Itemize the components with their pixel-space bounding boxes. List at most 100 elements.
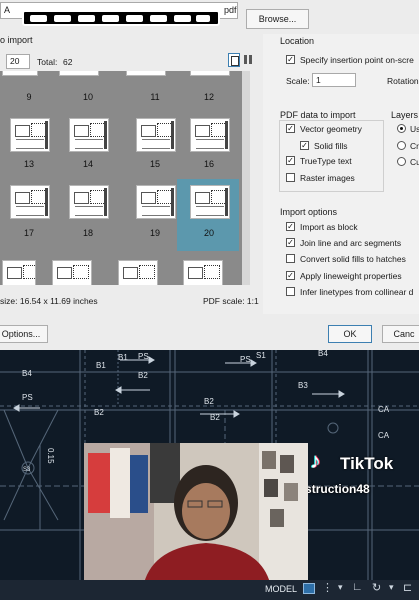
browse-button[interactable]: Browse... [246,9,309,29]
rotation-label: Rotation [387,76,419,86]
model-tab[interactable]: MODEL [265,584,297,594]
specify-insertion-label: Specify insertion point on-scre [300,55,414,65]
thumbnail-page-image [136,185,176,219]
drawing-label: B2 [138,371,148,380]
drawing-label: PS [240,355,251,364]
grid-icon[interactable] [303,583,315,594]
infer-linetypes-label: Infer linetypes from collinear d [300,287,414,297]
join-segments-label: Join line and arc segments [300,238,402,248]
thumbnail-page-partial [2,260,36,285]
truetype-text-checkbox[interactable]: ✓ [286,156,295,165]
tiktok-brand-text: TikTok [340,454,394,473]
apply-lineweight-checkbox[interactable]: ✓ [286,271,295,280]
thumbnail-page-image [190,185,230,219]
import-options-title: Import options [280,207,338,217]
raster-images-label: Raster images [300,173,355,183]
tiktok-logo-icon: ♪ [310,448,321,473]
specify-insertion-checkbox[interactable]: ✓ [286,55,295,64]
thumbnail-page-number: 16 [203,159,214,169]
raster-images-checkbox[interactable] [286,173,295,182]
redaction-bar [22,10,220,26]
thumbnail-page-number: 14 [82,159,93,169]
thumbnail-page-number: 9 [26,92,32,102]
drawing-label: B1 [118,353,128,362]
thumbnail-page-number: 15 [149,159,160,169]
thumbnail-page-image [69,118,109,152]
drawing-label: B4 [22,369,32,378]
osnap-icon[interactable]: ⊏ [403,581,412,594]
import-as-block-checkbox[interactable]: ✓ [286,222,295,231]
drawing-label: PS [138,352,149,361]
thumbnail-page-image [10,118,50,152]
layers-create-label: Cr [410,141,419,151]
thumbnail-page-partial [59,71,99,76]
convert-fills-label: Convert solid fills to hatches [300,254,406,264]
drawing-label: CA [378,405,390,414]
thumbnail-page-number: 10 [82,92,93,102]
dropdown-arrow-icon[interactable]: ▾ [389,582,394,593]
total-value: 62 [63,57,73,67]
ortho-icon[interactable]: ∟ [352,581,363,593]
thumbnail-page-image [136,118,176,152]
thumbnail-page-partial [52,260,92,285]
drawing-label: S3 [23,467,31,473]
thumbnail-cell[interactable]: 12 [180,85,238,153]
location-title: Location [280,36,315,46]
layers-radio-current[interactable] [397,157,406,166]
thumbnail-page-number: 19 [149,228,160,238]
pdf-scale-text: PDF scale: 1:1 [203,296,259,306]
grid-view-toggle[interactable] [243,53,255,67]
drawing-label: B2 [204,397,214,406]
pages-to-import-title: o import [0,35,33,45]
vector-geometry-label: Vector geometry [300,124,362,134]
drawing-label: B2 [94,408,104,417]
page-icon [231,56,239,66]
page-thumbnail-grid[interactable]: 9 10 11 12 13 14 15 16 17 18 19 20 [0,71,250,285]
pdf-data-title: PDF data to import [280,110,356,120]
layers-use-label: Us [410,124,419,134]
pages-input[interactable]: 20 [6,54,30,69]
thumbnail-cell[interactable]: 10 [59,85,117,153]
drawing-label: B4 [318,350,328,358]
truetype-text-label: TrueType text [300,156,352,166]
thumbnail-cell[interactable]: 11 [126,85,184,153]
cancel-button[interactable]: Canc [382,325,419,343]
apply-lineweight-label: Apply lineweight properties [300,271,402,281]
thumbnail-page-partial [2,71,38,76]
infer-linetypes-checkbox[interactable] [286,287,295,296]
thumbnail-page-number: 20 [203,228,214,238]
thumbnail-page-partial [190,71,230,76]
presenter-video [84,443,308,583]
ok-button[interactable]: OK [328,325,372,343]
thumbnail-page-image [10,185,50,219]
drawing-label: B2 [210,413,220,422]
drawing-label: CA [378,431,390,440]
thumbnail-page-number: 11 [150,92,160,102]
thumbnail-scrollbar[interactable] [242,71,250,285]
thumbnail-cell[interactable]: 9 [0,85,58,153]
polar-icon[interactable]: ↻ [372,581,381,594]
solid-fills-checkbox[interactable]: ✓ [300,141,309,150]
scale-input[interactable]: 1 [312,73,356,87]
file-name-suffix: pdf [224,5,237,15]
scale-label: Scale: [286,76,310,86]
options-button[interactable]: Options... [0,325,48,343]
join-segments-checkbox[interactable]: ✓ [286,238,295,247]
layers-radio-create[interactable] [397,141,406,150]
file-name-prefix: A [4,5,11,15]
vector-geometry-checkbox[interactable]: ✓ [286,124,295,133]
layers-title: Layers [391,110,419,120]
drawing-label: PS [22,393,33,402]
dropdown-arrow-icon[interactable]: ▾ [338,582,343,593]
drawing-label: 0.15 [46,448,55,464]
single-view-toggle[interactable] [228,53,240,67]
thumbnail-page-number: 17 [23,228,34,238]
thumbnail-page-partial [118,260,158,285]
drawing-label: B3 [298,381,308,390]
convert-fills-checkbox[interactable] [286,254,295,263]
grid-icon [244,55,253,64]
snap-icon[interactable]: ⋮ [322,581,333,594]
page-size-text: size: 16.54 x 11.69 inches [0,296,98,306]
layers-radio-use[interactable] [397,124,406,133]
thumbnail-page-number: 18 [82,228,93,238]
